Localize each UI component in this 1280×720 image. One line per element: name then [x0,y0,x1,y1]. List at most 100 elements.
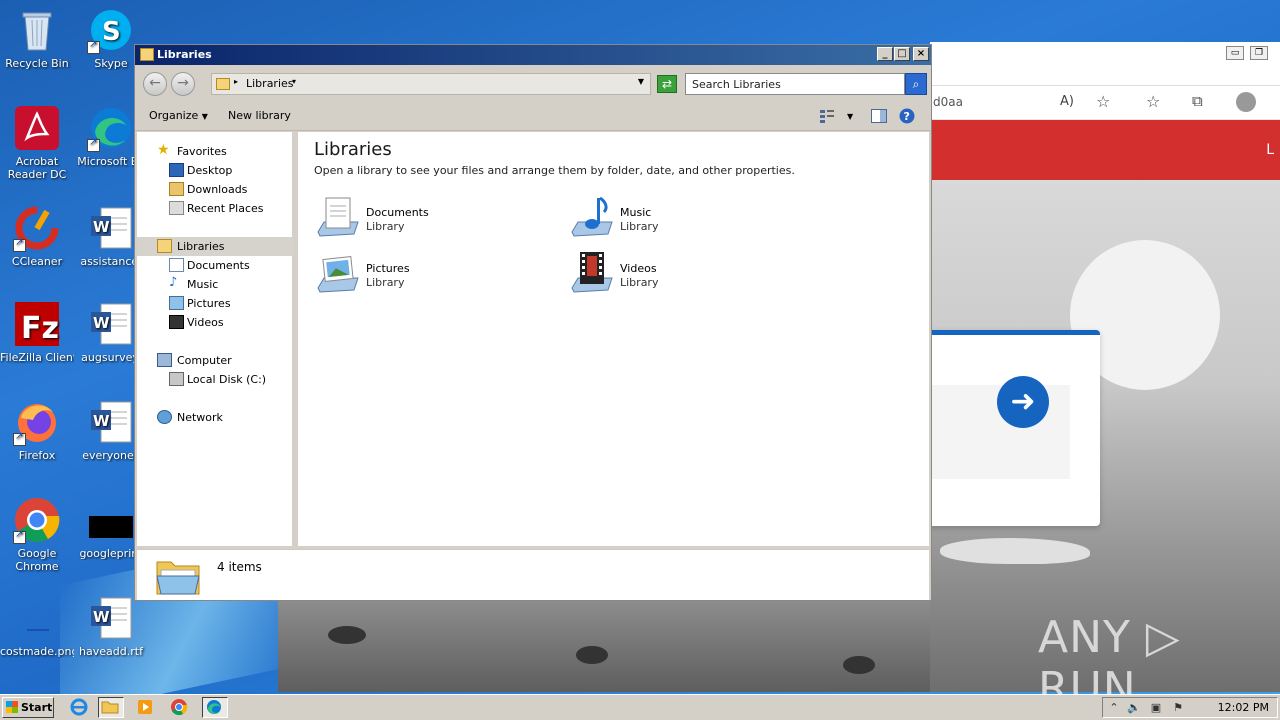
filezilla-icon: Fz [13,300,61,348]
address-bar[interactable]: ▸ Libraries ▾ ▼ [211,73,651,95]
add-favorite-icon[interactable]: ☆ [1096,92,1110,111]
nav-item-libraries[interactable]: Libraries [137,237,293,256]
skype-icon: S [87,6,135,54]
start-button[interactable]: Start [2,697,54,718]
edge-icon [87,104,135,152]
maximize-button[interactable]: □ [894,47,910,61]
nav-item-favorites[interactable]: ★ Favorites [137,142,293,161]
explorer-window[interactable]: Libraries _ □ × ← → ▸ Libraries ▾ ▼ ⇄ Se… [134,44,932,601]
system-tray: ⌃ 🔈 ▣ ⚑ 12:02 PM [1102,697,1278,718]
breadcrumb-dropdown-icon[interactable]: ▾ [292,77,296,86]
desktop-icon-filezilla[interactable]: Fz FileZilla Client [0,300,74,364]
volume-icon[interactable]: 🔈 [1127,701,1141,715]
svg-text:W: W [93,314,110,332]
nav-item-recent-places[interactable]: Recent Places [137,199,293,218]
shortcut-arrow-icon [13,431,26,446]
music-note-icon: ♪ [169,275,178,290]
library-name: Videos [620,262,657,275]
ccleaner-icon [13,204,61,252]
back-button[interactable]: ← [143,72,167,96]
nav-item-pictures[interactable]: Pictures [137,294,293,313]
network-globe-icon [157,410,172,424]
rock-shape [843,656,875,674]
nav-item-videos[interactable]: Videos [137,313,293,332]
library-name: Pictures [366,262,410,275]
refresh-button[interactable]: ⇄ [657,75,677,93]
page-description: Open a library to see your files and arr… [314,164,795,177]
taskbar: Start ⌃ 🔈 ▣ ⚑ 12:02 PM [0,694,1280,720]
show-hidden-icons-icon[interactable]: ⌃ [1107,701,1121,715]
close-button[interactable]: × [913,47,929,61]
desktop-icon-chrome[interactable]: Google Chrome [0,496,74,573]
desktop-icon-haveadd[interactable]: W haveadd.rtf [74,594,148,658]
new-library-button[interactable]: New library [228,109,291,122]
desktop-icon-label: Google Chrome [15,547,59,573]
black-file-icon [87,496,135,544]
star-icon: ★ [157,142,170,158]
library-item-music[interactable]: Music Library [568,194,798,244]
clock[interactable]: 12:02 PM [1218,701,1269,714]
desktop-icon-label: haveadd.rtf [79,645,143,658]
view-options-chevron-icon[interactable]: ▼ [847,112,853,121]
desktop-icon-label: Acrobat Reader DC [7,155,67,181]
nav-label: Favorites [177,145,227,158]
taskbar-ie-button[interactable] [68,697,94,718]
read-aloud-icon[interactable]: A) [1060,94,1074,109]
image-file-icon [13,594,61,642]
next-arrow-button[interactable]: ➜ [997,376,1049,428]
svg-text:W: W [93,218,110,236]
browser-minimize-button[interactable]: ▭ [1226,46,1244,60]
library-item-pictures[interactable]: Pictures Library [314,250,544,300]
desktop-icon-ccleaner[interactable]: CCleaner [0,204,74,268]
nav-item-music[interactable]: ♪ Music [137,275,293,294]
taskbar-media-player-button[interactable] [134,697,160,718]
file-explorer-icon [101,701,119,714]
taskbar-explorer-button[interactable] [98,697,124,718]
window-title: Libraries [157,48,212,61]
action-center-flag-icon[interactable]: ⚑ [1171,701,1185,715]
desktop-icon-recycle-bin[interactable]: Recycle Bin [0,6,74,70]
breadcrumb-arrow-icon[interactable]: ▸ [234,77,238,86]
nav-item-documents[interactable]: Documents [137,256,293,275]
library-item-documents[interactable]: Documents Library [314,194,544,244]
nav-item-local-disk[interactable]: Local Disk (C:) [137,370,293,389]
videos-library-icon [568,250,616,298]
nav-item-downloads[interactable]: Downloads [137,180,293,199]
address-dropdown-icon[interactable]: ▼ [638,77,644,86]
desktop-icon-acrobat[interactable]: Acrobat Reader DC [0,104,74,181]
taskbar-edge-button[interactable] [202,697,228,718]
help-icon[interactable]: ? [899,108,915,124]
word-doc-icon: W [87,204,135,252]
nav-item-desktop[interactable]: Desktop [137,161,293,180]
organize-button[interactable]: Organize ▼ [149,109,208,122]
profile-avatar-icon[interactable] [1236,92,1256,112]
forward-button[interactable]: → [171,72,195,96]
svg-text:?: ? [904,110,910,123]
word-doc-icon: W [87,594,135,642]
computer-icon [157,353,172,367]
collections-icon[interactable]: ⧉ [1192,92,1203,110]
rock-shape [328,626,366,644]
firefox-icon [13,398,61,446]
browser-restore-button[interactable]: ❐ [1250,46,1268,60]
nav-label: Videos [187,316,224,329]
music-library-icon [568,194,616,242]
nav-item-computer[interactable]: Computer [137,351,293,370]
preview-pane-icon[interactable] [871,109,887,123]
minimize-button[interactable]: _ [877,47,893,61]
nav-label: Recent Places [187,202,264,215]
title-bar[interactable]: Libraries _ □ × [135,45,931,65]
change-view-icon[interactable] [819,109,835,123]
taskbar-chrome-button[interactable] [168,697,194,718]
search-icon[interactable]: ⌕ [905,73,927,95]
favorites-icon[interactable]: ☆ [1146,92,1160,111]
library-item-videos[interactable]: Videos Library [568,250,798,300]
desktop-icon-costmade[interactable]: costmade.png [0,594,74,658]
network-status-icon[interactable]: ▣ [1149,701,1163,715]
browser-address-bar[interactable]: d0aa A) ☆ ☆ ⧉ [930,86,1280,120]
desktop-icon-firefox[interactable]: Firefox [0,398,74,462]
nav-item-network[interactable]: Network [137,408,293,427]
search-input[interactable]: Search Libraries [685,73,905,95]
browser-window[interactable]: ▭ ❐ d0aa A) ☆ ☆ ⧉ L ➜ [930,42,1280,692]
libraries-icon [216,78,230,90]
